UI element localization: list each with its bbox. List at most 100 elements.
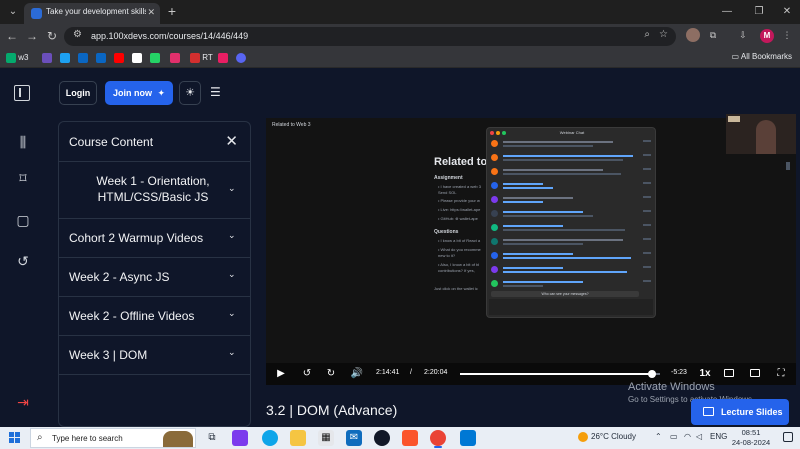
store-icon[interactable]: ▦ — [318, 430, 334, 446]
downloads-icon[interactable]: ⇩ — [736, 28, 750, 42]
sidebar-toggle-icon[interactable] — [14, 85, 30, 101]
course-content-panel: Course Content ✕ Week 1 - Orientation, H… — [58, 121, 251, 427]
close-icon[interactable]: ✕ — [225, 132, 238, 150]
chat-line — [503, 169, 603, 171]
browser-tab-bar: ⌄ Take your development skills fr ✕ + — … — [0, 0, 800, 24]
course-item-week2-offline[interactable]: Week 2 - Offline Videos ⌄ — [59, 297, 250, 336]
wifi-icon[interactable]: ◠ — [684, 432, 691, 441]
fullscreen-icon[interactable]: ⛶ — [774, 367, 788, 381]
address-bar[interactable]: ⚙ app.100xdevs.com/courses/14/446/449 ⌕ … — [64, 27, 676, 46]
bookmark-rt[interactable]: RT — [190, 52, 213, 64]
history-icon[interactable]: ↺ — [14, 252, 32, 270]
theme-toggle-icon[interactable]: ☀ — [179, 81, 201, 105]
forward-icon[interactable]: → — [24, 28, 40, 44]
edge-icon[interactable] — [262, 430, 278, 446]
rewind-icon[interactable]: ↺ — [300, 367, 314, 381]
minimize-icon[interactable]: — — [718, 4, 736, 20]
join-now-button[interactable]: Join now ✦ — [105, 81, 173, 105]
seek-knob[interactable] — [648, 370, 656, 378]
chevron-down-icon: ⌄ — [228, 230, 236, 240]
chat-avatar — [491, 168, 498, 175]
mail-icon[interactable]: ✉ — [346, 430, 362, 446]
chat-line — [503, 285, 543, 287]
course-item-week2-async[interactable]: Week 2 - Async JS ⌄ — [59, 258, 250, 297]
theater-mode-icon[interactable] — [750, 369, 760, 377]
bookmark-1[interactable] — [42, 52, 52, 64]
panel-title: Course Content — [69, 135, 154, 149]
tab-title: Take your development skills fr — [46, 7, 146, 16]
windows-start-icon[interactable] — [9, 432, 21, 444]
chat-input[interactable] — [489, 299, 653, 315]
chrome-menu-icon[interactable]: ⋮ — [780, 28, 794, 42]
w3-icon — [6, 52, 16, 63]
restore-icon[interactable]: ❐ — [750, 4, 768, 20]
zoom-icon[interactable]: ⌕ — [644, 29, 650, 40]
address-url[interactable]: app.100xdevs.com/courses/14/446/449 — [91, 31, 248, 41]
task-view-icon[interactable]: ⧉ — [204, 430, 220, 446]
windows-taskbar: ⌕ Type here to search ⧉ ▦ ✉ 26°C Cloudy … — [0, 427, 800, 449]
play-icon[interactable]: ▶ — [274, 367, 288, 381]
picture-in-picture-icon[interactable] — [724, 369, 734, 377]
slide-heading: Related to — [434, 156, 488, 168]
bookmark-6[interactable] — [132, 52, 142, 64]
tray-expand-icon[interactable]: ⌃ — [655, 432, 662, 441]
vscode-icon[interactable] — [460, 430, 476, 446]
chat-time — [643, 210, 651, 212]
file-explorer-icon[interactable] — [290, 430, 306, 446]
bookmark-8[interactable] — [170, 52, 180, 64]
taskbar-search[interactable]: ⌕ Type here to search — [30, 428, 196, 448]
bookmark-2[interactable] — [60, 52, 70, 64]
bookmark-9[interactable] — [218, 52, 228, 64]
weather-widget[interactable]: 26°C Cloudy — [578, 432, 636, 442]
brave-icon[interactable] — [402, 430, 418, 446]
extension-avatar-icon[interactable] — [686, 28, 700, 42]
chrome-icon[interactable] — [430, 430, 446, 446]
window-close-icon[interactable]: ✕ — [778, 4, 796, 20]
chat-line — [503, 257, 631, 259]
bookmark-4[interactable] — [96, 52, 106, 64]
tab-close-icon[interactable]: ✕ — [147, 7, 155, 18]
browser-tab[interactable]: Take your development skills fr ✕ — [24, 3, 160, 24]
profile-avatar[interactable]: M — [760, 29, 774, 43]
language-indicator[interactable]: ENG — [710, 432, 727, 441]
all-bookmarks[interactable]: ▭ All Bookmarks — [732, 52, 792, 61]
tab-search-icon[interactable]: ⌄ — [4, 4, 22, 20]
playback-speed[interactable]: 1x — [698, 367, 712, 381]
chat-visibility-banner[interactable]: Who can see your messages? — [491, 291, 639, 297]
bookmark-7[interactable] — [150, 52, 160, 64]
back-icon[interactable]: ← — [4, 28, 20, 44]
reload-icon[interactable]: ↻ — [44, 28, 60, 44]
sparkle-icon: ✦ — [157, 88, 165, 98]
lecture-slides-button[interactable]: Lecture Slides — [691, 399, 789, 425]
chat-message — [491, 251, 651, 262]
bookmark-w3[interactable]: w3 — [6, 52, 28, 64]
chat-line — [503, 253, 573, 255]
bookmark-5[interactable] — [114, 52, 124, 64]
notification-icon[interactable] — [783, 432, 793, 442]
forward-icon[interactable]: ↻ — [324, 367, 338, 381]
logout-icon[interactable]: ⇥ — [14, 393, 32, 411]
bookmark-star-icon[interactable]: ☆ — [659, 29, 668, 40]
extensions-puzzle-icon[interactable]: ⧉ — [706, 28, 720, 42]
logo-square — [15, 438, 20, 443]
chat-icon[interactable]: ▢ — [14, 211, 32, 229]
system-clock[interactable]: 08:51 24-08-2024 — [730, 428, 772, 448]
site-info-icon[interactable]: ⚙ — [73, 29, 82, 40]
course-item-cohort2[interactable]: Cohort 2 Warmup Videos ⌄ — [59, 219, 250, 258]
bookmark-discord[interactable] — [236, 52, 246, 64]
new-tab-icon[interactable]: + — [164, 4, 180, 20]
course-item-week3-dom[interactable]: Week 3 | DOM ⌄ — [59, 336, 250, 375]
login-button[interactable]: Login — [59, 81, 97, 105]
speaker-icon[interactable]: ◁ — [696, 432, 702, 441]
bookmark-icon[interactable]: ⌑ — [14, 169, 32, 187]
course-item-week1[interactable]: Week 1 - Orientation, HTML/CSS/Basic JS … — [59, 162, 250, 219]
hamburger-menu-icon[interactable]: ☰ — [210, 85, 224, 99]
network-icon[interactable]: ▭ — [670, 432, 678, 441]
duration: 2:20:04 — [424, 369, 448, 376]
library-icon[interactable]: ⫼ — [14, 133, 32, 151]
copilot-icon[interactable] — [232, 430, 248, 446]
seek-bar[interactable] — [460, 370, 660, 378]
volume-icon[interactable]: 🔊 — [350, 367, 364, 381]
github-icon[interactable] — [374, 430, 390, 446]
bookmark-3[interactable] — [78, 52, 88, 64]
